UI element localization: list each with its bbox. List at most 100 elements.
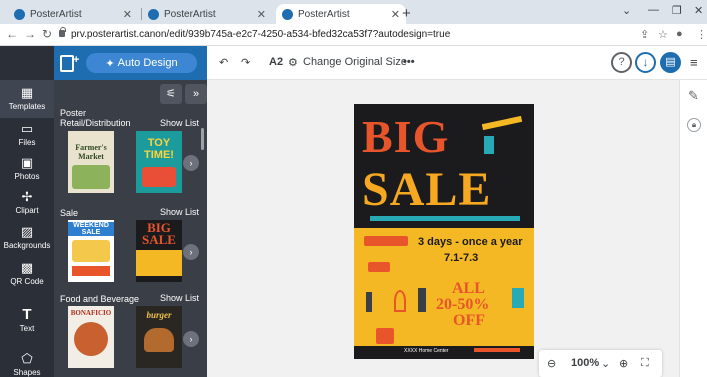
paint-roller-illustration	[484, 136, 494, 154]
print-icon[interactable]: ▤	[660, 52, 681, 73]
filter-settings-icon[interactable]: ⚟	[160, 84, 182, 104]
share-icon[interactable]: ⇪	[640, 28, 649, 41]
panel-scrollbar[interactable]	[201, 128, 204, 150]
rail-item-photos[interactable]: ▣ Photos	[0, 155, 54, 181]
category-title: Food and Beverage	[60, 294, 139, 304]
auto-design-button[interactable]: ✦ Auto Design	[86, 53, 197, 73]
template-thumbnail[interactable]: TOY TIME!	[136, 131, 182, 193]
lock-layer-icon[interactable]: 🔒︎	[687, 118, 701, 132]
clipart-icon: ✢	[21, 189, 33, 204]
photo-icon: ▣	[20, 155, 34, 170]
address-bar[interactable]: prv.posterartist.canon/edit/939b745a-e2c…	[71, 29, 450, 40]
help-icon[interactable]: ?	[611, 52, 632, 73]
poster-off-text[interactable]: OFF	[453, 312, 485, 330]
rail-item-qr-code[interactable]: ▩ QR Code	[0, 260, 54, 286]
close-window-icon[interactable]: ✕	[694, 4, 703, 17]
pizza-illustration	[74, 322, 108, 356]
thumbnail-title: TOY TIME!	[144, 137, 174, 161]
zoom-out-icon[interactable]: ⊖	[547, 357, 556, 370]
sale-banner	[72, 266, 110, 276]
next-templates-button[interactable]: ›	[183, 244, 199, 260]
text-icon: T	[22, 306, 32, 323]
collapse-panel-icon[interactable]: »	[185, 84, 207, 104]
category-title: Sale	[60, 208, 78, 218]
category-title-line: Sale	[60, 208, 79, 218]
paper-size-label[interactable]: A2	[269, 56, 283, 68]
saw-illustration	[370, 216, 520, 221]
redo-icon[interactable]: ↷	[241, 56, 250, 69]
fit-screen-icon[interactable]: ⛶	[641, 357, 649, 370]
template-thumbnail[interactable]: BONAFICIO	[68, 306, 114, 368]
template-thumbnail[interactable]: Farmer's Market	[68, 131, 114, 193]
poster-headline-sale[interactable]: SALE	[362, 162, 491, 217]
browser-tab[interactable]: PosterArtist ✕	[142, 4, 272, 24]
close-icon[interactable]: ✕	[123, 8, 132, 21]
forward-icon[interactable]: →	[24, 27, 36, 41]
shapes-icon: ⬠	[21, 351, 33, 366]
zoom-in-icon[interactable]: ⊕	[619, 357, 628, 370]
hamburger-menu-icon[interactable]: ≡	[690, 55, 698, 70]
poster-dates-text[interactable]: 7.1-7.3	[444, 252, 478, 264]
next-templates-button[interactable]: ›	[183, 155, 199, 171]
show-list-link[interactable]: Show List	[160, 207, 199, 217]
category-title-line: Poster	[60, 108, 87, 118]
menu-icon[interactable]: ⋮	[696, 28, 707, 41]
screwdriver-illustration	[474, 348, 520, 352]
wrench-illustration	[481, 115, 523, 131]
poster-footer-text[interactable]: XXXX Home Center	[404, 348, 448, 354]
reload-icon[interactable]: ↻	[42, 27, 52, 41]
tab-title: PosterArtist	[30, 8, 82, 20]
new-document-icon[interactable]	[60, 55, 74, 72]
change-size-button[interactable]: Change Original Size	[303, 56, 407, 68]
poster-headline-big[interactable]: BIG	[362, 110, 449, 163]
poster-canvas[interactable]: BIG SALE 3 days - once a year 7.1-7.3 AL…	[354, 104, 534, 359]
bookmark-star-icon[interactable]: ☆	[658, 28, 668, 41]
chevron-down-icon[interactable]: ⌄	[601, 357, 610, 370]
close-icon[interactable]: ✕	[257, 8, 266, 21]
gear-icon[interactable]: ⚙	[288, 56, 298, 69]
poster-days-text[interactable]: 3 days - once a year	[418, 236, 523, 248]
toy-illustration	[142, 167, 176, 187]
more-options-button[interactable]: •••	[403, 56, 415, 68]
rail-item-label: Shapes	[13, 368, 41, 377]
sale-illustration	[72, 240, 110, 262]
browser-tab-active[interactable]: PosterArtist ✕	[276, 4, 406, 24]
sparkle-icon: ✦	[105, 57, 115, 70]
rail-item-templates[interactable]: ▦ Templates	[0, 80, 54, 118]
rail-item-label: Text	[19, 324, 35, 333]
maximize-icon[interactable]: ❐	[672, 4, 682, 17]
thumbnail-title: WEEKEND SALE	[68, 222, 114, 236]
profile-icon[interactable]: ●	[676, 28, 683, 40]
zoom-level[interactable]: 100%	[571, 357, 599, 369]
hardware-illustration	[368, 262, 390, 272]
minimize-icon[interactable]: —	[648, 4, 659, 16]
category-title: Poster Retail/Distribution	[60, 108, 131, 128]
thumbnail-title: Farmer's Market	[75, 143, 107, 161]
undo-icon[interactable]: ↶	[219, 56, 228, 69]
rail-item-shapes[interactable]: ⬠ Shapes	[0, 351, 54, 377]
rail-item-clipart[interactable]: ✢ Clipart	[0, 189, 54, 215]
plus-icon: +	[73, 54, 80, 66]
template-thumbnail[interactable]: WEEKEND SALE	[68, 220, 114, 282]
rail-item-backgrounds[interactable]: ▨ Backgrounds	[0, 224, 54, 250]
show-list-link[interactable]: Show List	[160, 118, 199, 128]
rail-item-text[interactable]: T Text	[0, 307, 54, 333]
show-list-link[interactable]: Show List	[160, 293, 199, 303]
close-icon[interactable]: ✕	[391, 8, 400, 21]
template-thumbnail[interactable]: BIG SALE	[136, 220, 182, 282]
next-templates-button[interactable]: ›	[183, 331, 199, 347]
chevron-down-icon[interactable]: ⌄	[622, 4, 631, 17]
browser-tab[interactable]: PosterArtist ✕	[8, 4, 138, 24]
edit-pen-icon[interactable]: ✎	[688, 88, 699, 104]
lock-icon	[59, 27, 66, 37]
template-thumbnail[interactable]: burger	[136, 306, 182, 368]
rail-item-files[interactable]: ▭ Files	[0, 121, 54, 147]
new-tab-icon[interactable]: +	[402, 5, 411, 22]
folder-icon: ▭	[20, 121, 34, 136]
download-icon[interactable]: ↓	[635, 52, 656, 73]
brush-illustration	[512, 288, 524, 308]
tab-title: PosterArtist	[164, 8, 216, 20]
back-icon[interactable]: ←	[6, 27, 18, 41]
thumbnail-title: burger	[146, 310, 172, 320]
scissors-illustration	[394, 290, 406, 312]
